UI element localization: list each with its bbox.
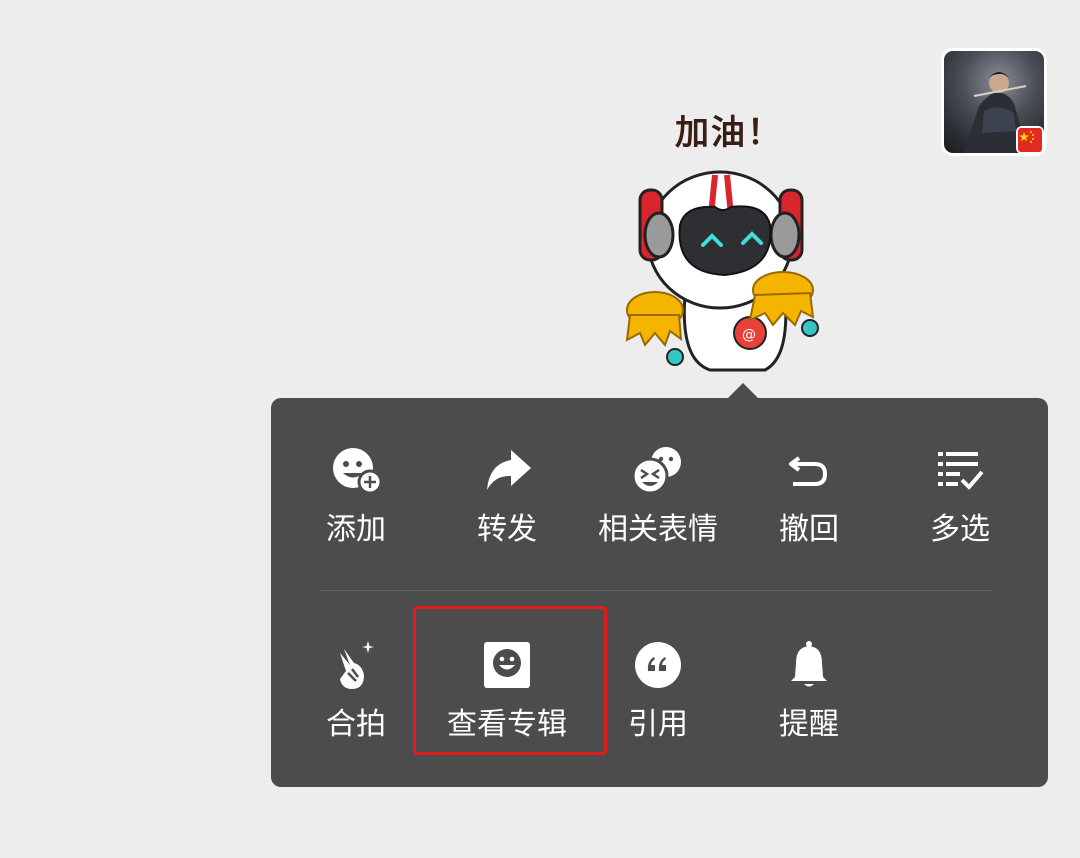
menu-item-label: 相关表情 — [598, 512, 718, 547]
forward-icon — [477, 440, 537, 500]
menu-item-multi-select[interactable]: 多选 — [885, 440, 1035, 570]
menu-item-label: 合拍 — [326, 707, 386, 742]
menu-item-label: 转发 — [477, 512, 537, 547]
menu-item-forward[interactable]: 转发 — [432, 440, 582, 570]
message-context-menu: 添加 转发 相关表情 撤回 多选 合拍 查看专辑 引用 提醒 — [271, 398, 1048, 787]
svg-text:@: @ — [742, 327, 756, 343]
menu-item-label: 提醒 — [779, 707, 839, 742]
related-stickers-icon — [628, 440, 688, 500]
bell-icon — [779, 635, 839, 695]
menu-item-recall[interactable]: 撤回 — [734, 440, 884, 570]
menu-item-label: 撤回 — [779, 512, 839, 547]
sticker-message[interactable]: 加油！ @ — [615, 95, 830, 375]
user-avatar[interactable] — [941, 48, 1047, 156]
menu-divider — [319, 590, 992, 591]
duet-icon — [326, 635, 386, 695]
robot-mascot-image: @ — [625, 170, 819, 372]
country-flag-badge — [1016, 126, 1044, 154]
selection-highlight-box — [413, 606, 607, 755]
quote-icon — [628, 635, 688, 695]
menu-item-label: 多选 — [930, 512, 990, 547]
menu-item-remind[interactable]: 提醒 — [734, 635, 884, 765]
menu-item-duet[interactable]: 合拍 — [281, 635, 431, 765]
menu-item-label: 添加 — [326, 512, 386, 547]
add-emoji-icon — [326, 440, 386, 500]
recall-icon — [779, 440, 839, 500]
menu-item-related-stickers[interactable]: 相关表情 — [583, 440, 733, 570]
menu-pointer — [727, 383, 759, 399]
multi-select-icon — [930, 440, 990, 500]
menu-item-add[interactable]: 添加 — [281, 440, 431, 570]
